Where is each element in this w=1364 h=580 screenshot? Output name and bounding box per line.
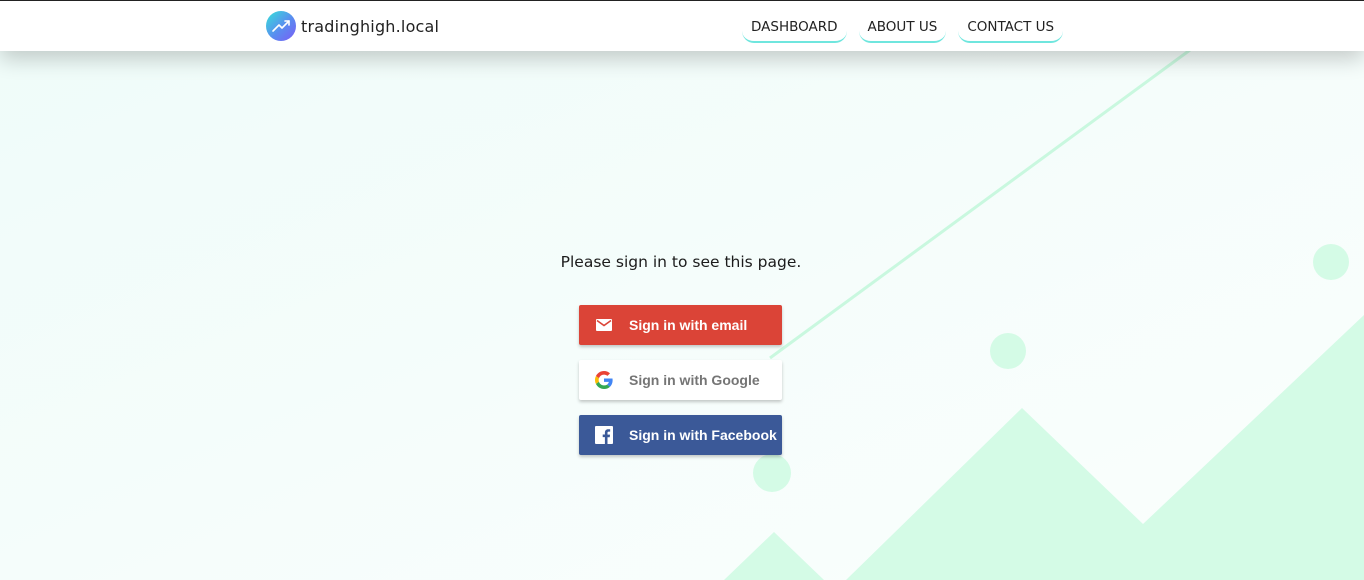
sign-in-facebook-button[interactable]: Sign in with Facebook	[579, 415, 782, 455]
facebook-icon	[579, 426, 629, 444]
sign-in-facebook-label: Sign in with Facebook	[629, 427, 777, 443]
top-navbar: tradinghigh.local DASHBOARD ABOUT US CON…	[0, 1, 1364, 51]
main-nav: DASHBOARD ABOUT US CONTACT US	[742, 13, 1075, 43]
brand[interactable]: tradinghigh.local	[266, 11, 439, 41]
brand-name: tradinghigh.local	[301, 16, 440, 36]
mail-icon	[579, 319, 629, 331]
sign-in-email-button[interactable]: Sign in with email	[579, 305, 782, 345]
trending-up-icon	[266, 11, 296, 41]
sign-in-prompt: Please sign in to see this page.	[560, 253, 802, 271]
google-icon	[579, 371, 629, 389]
main-content: Please sign in to see this page. Sign in…	[0, 0, 1364, 580]
nav-about-us[interactable]: ABOUT US	[858, 13, 947, 43]
window-top-border	[0, 0, 1364, 1]
nav-dashboard[interactable]: DASHBOARD	[742, 13, 847, 43]
sign-in-google-label: Sign in with Google	[629, 372, 760, 388]
nav-contact-us[interactable]: CONTACT US	[958, 13, 1064, 43]
sign-in-google-button[interactable]: Sign in with Google	[579, 360, 782, 400]
sign-in-email-label: Sign in with email	[629, 317, 748, 333]
